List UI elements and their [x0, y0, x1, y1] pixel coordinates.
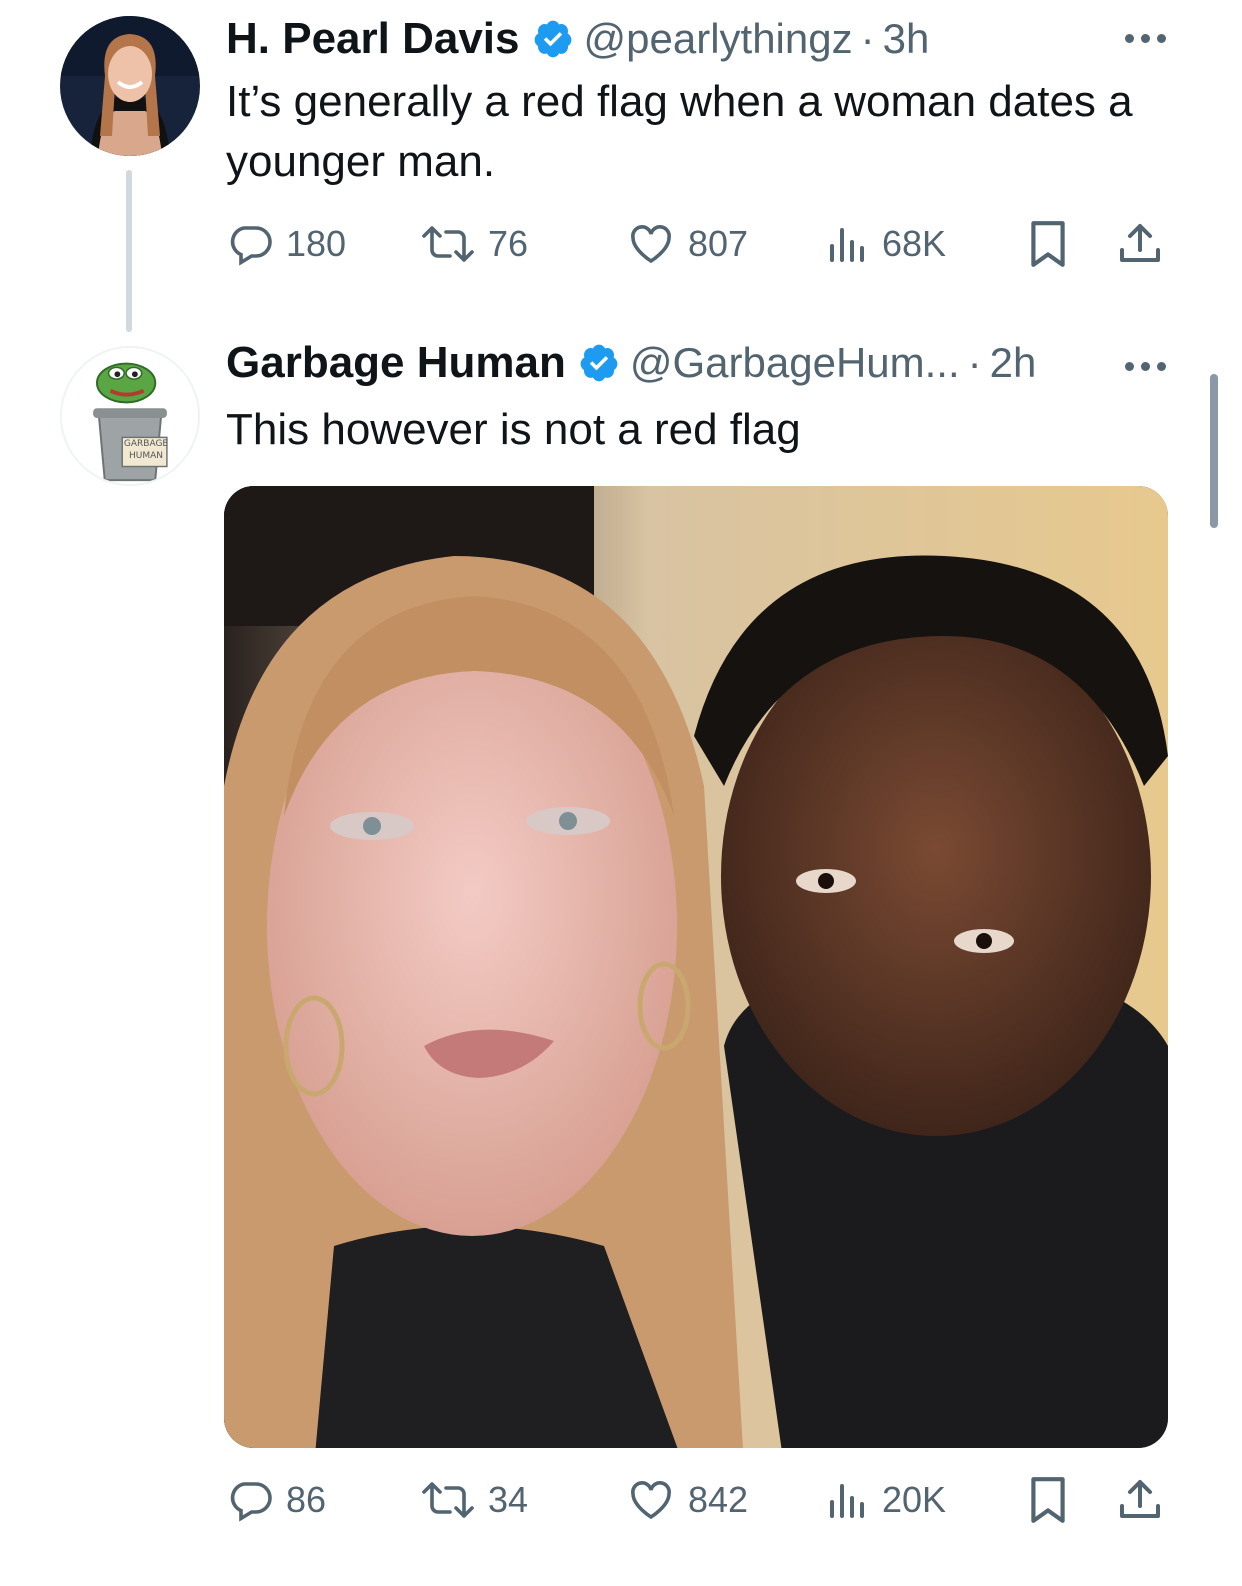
reply-count: 180 [286, 223, 347, 264]
tweet-actions: 180 76 807 68K [224, 216, 1168, 272]
like-count: 807 [688, 223, 749, 264]
tweet-pearl-davis[interactable]: H. Pearl Davis @pearlythingz · 3h It’s g… [0, 0, 1242, 332]
like-button[interactable]: 842 [626, 1472, 748, 1528]
more-icon[interactable] [1125, 362, 1166, 371]
tweet-garbage-human[interactable]: GARBAGE HUMAN Garbage Human @GarbageHum.… [0, 330, 1242, 1586]
like-icon [626, 1476, 676, 1524]
bookmark-icon [1026, 1475, 1070, 1525]
like-icon [626, 220, 676, 268]
separator: · [967, 339, 982, 386]
bookmark-icon [1026, 219, 1070, 269]
avatar-pearl-davis[interactable] [60, 16, 200, 156]
tweet-header: Garbage Human @GarbageHum... · 2h [226, 338, 1036, 388]
tweet-photo[interactable] [224, 486, 1168, 1448]
like-button[interactable]: 807 [626, 216, 748, 272]
separator: · [860, 15, 875, 62]
views-icon [826, 220, 870, 268]
reply-button[interactable]: 86 [226, 1472, 326, 1528]
retweet-count: 34 [488, 1479, 529, 1520]
retweet-icon [420, 1476, 476, 1524]
reply-icon [226, 220, 274, 268]
bookmark-button[interactable] [1026, 1472, 1070, 1528]
more-icon[interactable] [1125, 34, 1166, 43]
verified-badge-icon [578, 342, 620, 384]
photo-image [224, 486, 1168, 1448]
tweet-text: It’s generally a red flag when a woman d… [226, 77, 1133, 186]
reply-count: 86 [286, 1479, 327, 1520]
thread-line [126, 170, 132, 332]
retweet-icon [420, 220, 476, 268]
like-count: 842 [688, 1479, 749, 1520]
share-icon [1116, 1475, 1164, 1525]
reply-button[interactable]: 180 [226, 216, 346, 272]
views-count: 68K [882, 223, 947, 264]
tweet-actions: 86 34 842 20K [224, 1472, 1168, 1528]
author-handle[interactable]: @pearlythingz [584, 15, 853, 63]
views-button[interactable]: 68K [826, 216, 946, 272]
bookmark-button[interactable] [1026, 216, 1070, 272]
author-name[interactable]: Garbage Human [226, 338, 566, 388]
author-name[interactable]: H. Pearl Davis [226, 14, 520, 64]
tweet-header: H. Pearl Davis @pearlythingz · 3h [226, 14, 929, 64]
timestamp[interactable]: 3h [883, 15, 930, 63]
avatar-sign-text: GARBAGE HUMAN [123, 439, 169, 461]
tweet-text: This however is not a red flag [226, 405, 801, 454]
avatar-garbage-human[interactable]: GARBAGE HUMAN [60, 346, 200, 486]
retweet-button[interactable]: 76 [420, 216, 528, 272]
retweet-count: 76 [488, 223, 529, 264]
share-button[interactable] [1116, 1472, 1164, 1528]
share-icon [1116, 219, 1164, 269]
views-count: 20K [882, 1479, 947, 1520]
author-handle[interactable]: @GarbageHum... [630, 339, 960, 387]
verified-badge-icon [532, 18, 574, 60]
share-button[interactable] [1116, 216, 1164, 272]
timestamp[interactable]: 2h [990, 339, 1037, 387]
views-icon [826, 1476, 870, 1524]
retweet-button[interactable]: 34 [420, 1472, 528, 1528]
scrollbar[interactable] [1210, 374, 1218, 528]
views-button[interactable]: 20K [826, 1472, 946, 1528]
reply-icon [226, 1476, 274, 1524]
